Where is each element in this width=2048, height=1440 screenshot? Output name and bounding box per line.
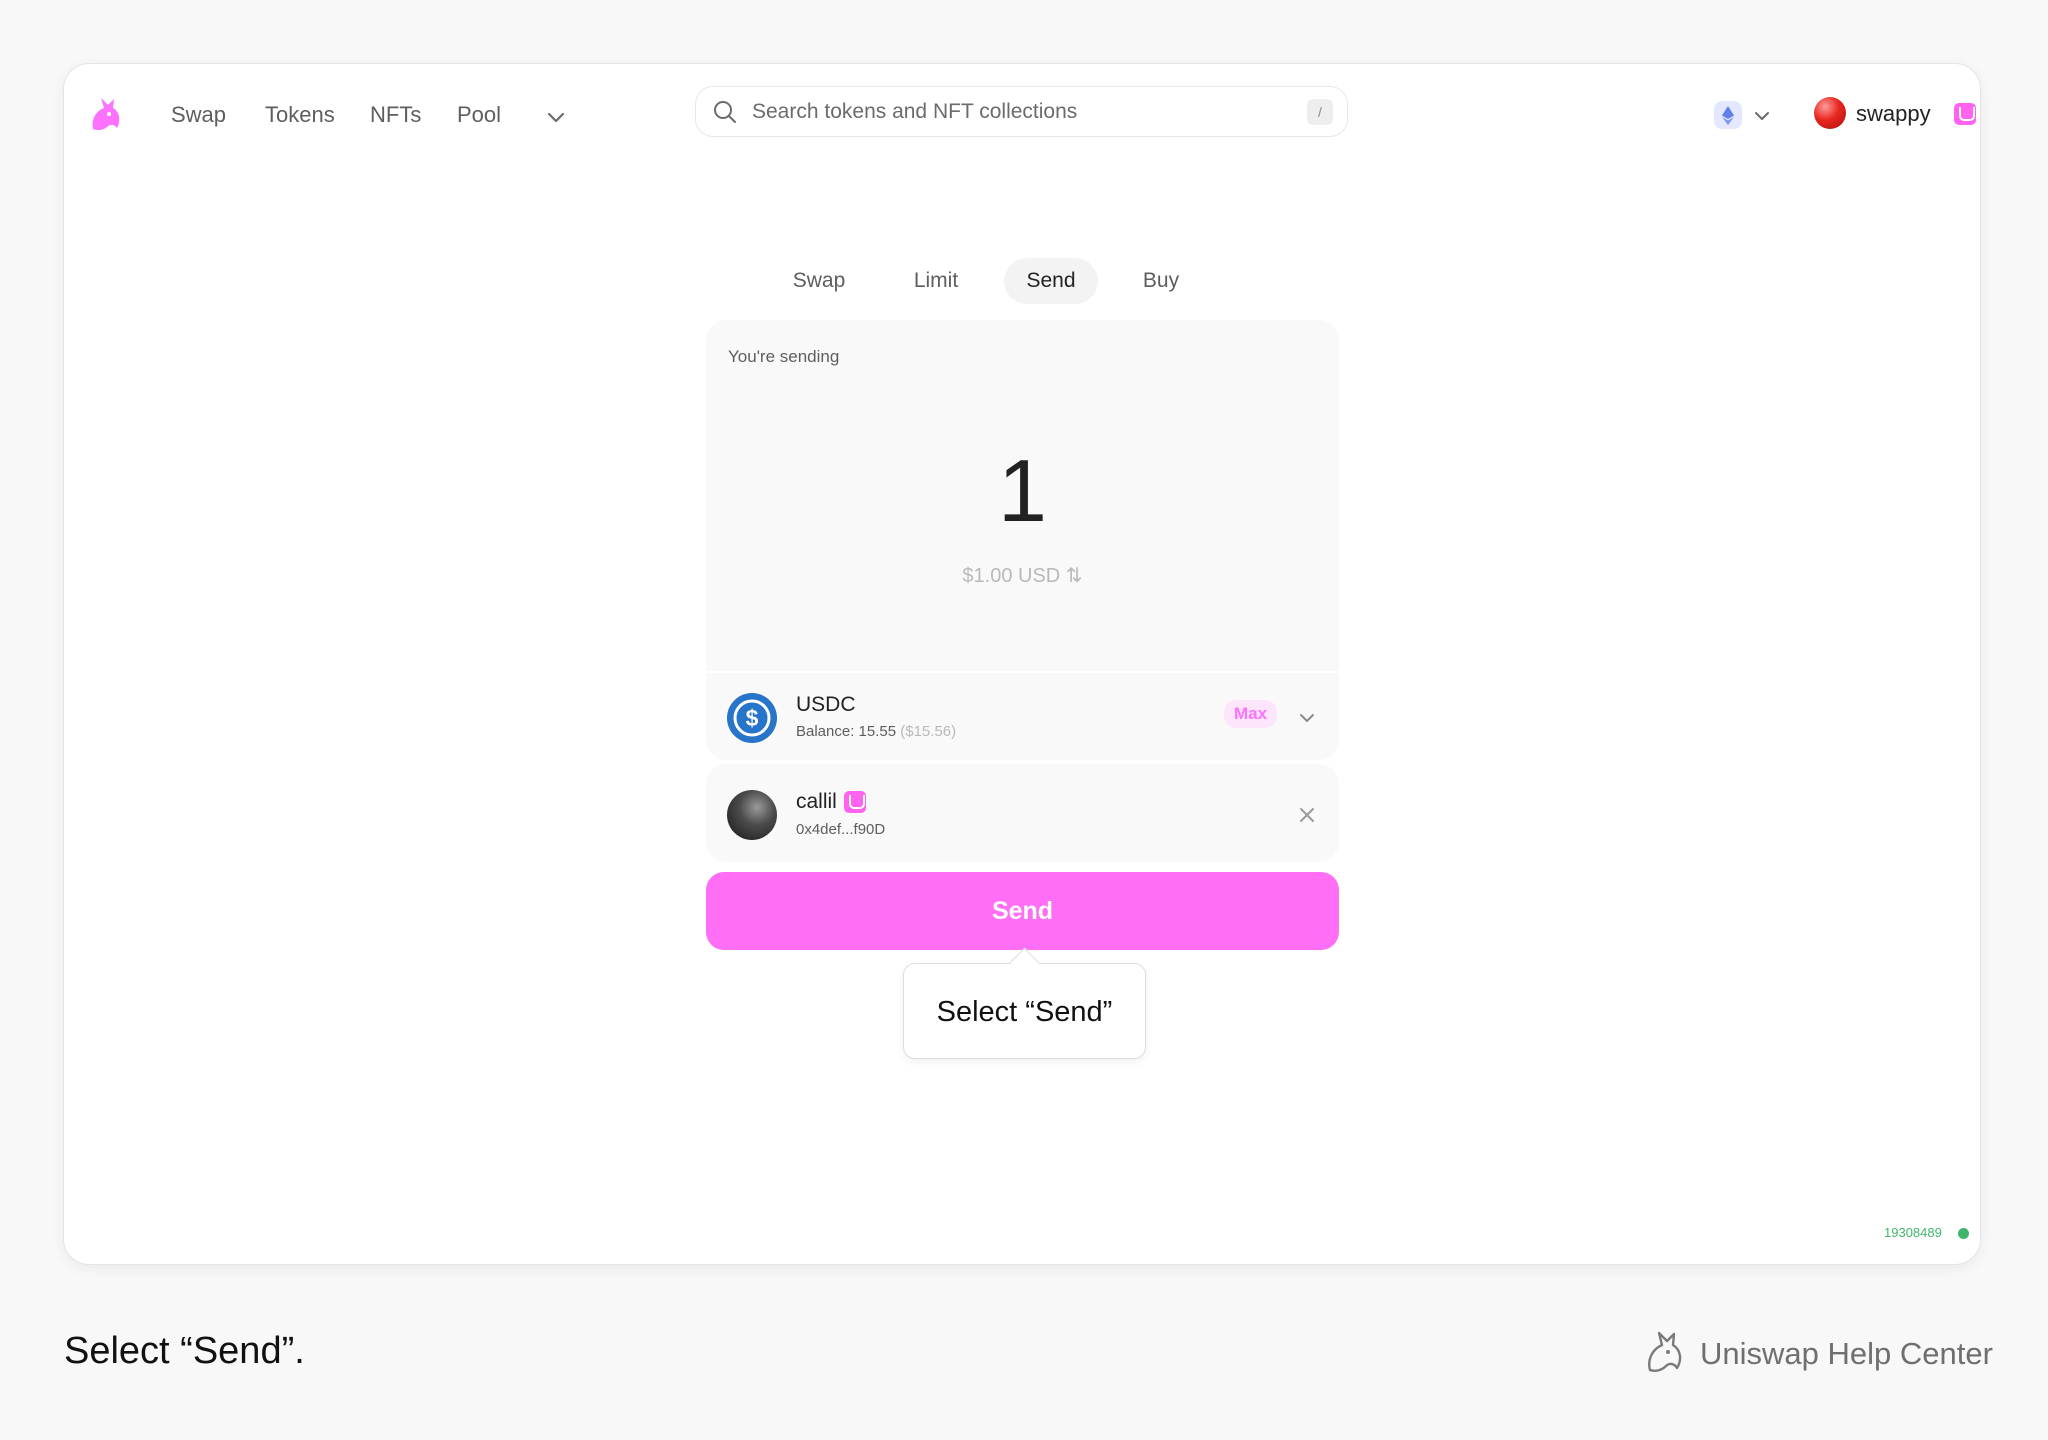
recipient-name: callil: [796, 790, 837, 813]
avatar: [1814, 97, 1846, 129]
usd-value-toggle[interactable]: $1.00 USD ⇅: [706, 563, 1339, 588]
chevron-down-icon[interactable]: [543, 104, 569, 130]
instruction-tooltip: Select “Send”: [903, 963, 1146, 1059]
chevron-down-icon: [1755, 112, 1769, 120]
recipient-address: 0x4def...f90D: [796, 821, 886, 838]
token-symbol: USDC: [796, 693, 856, 716]
unitag-badge-icon: [1954, 103, 1976, 125]
search-shortcut-key: /: [1307, 99, 1333, 125]
nav-tokens[interactable]: Tokens: [265, 102, 335, 128]
app-window: Swap Tokens NFTs Pool / swappy Swap Lim: [63, 63, 1981, 1265]
amount-panel: You're sending 1 $1.00 USD ⇅: [706, 320, 1339, 671]
ethereum-icon: [1714, 101, 1742, 129]
help-center-title: Uniswap Help Center: [1700, 1336, 1993, 1371]
tab-buy[interactable]: Buy: [1111, 258, 1211, 304]
chevron-down-icon: [1300, 714, 1314, 722]
tab-swap[interactable]: Swap: [769, 258, 869, 304]
token-balance: Balance: 15.55 ($15.56): [796, 723, 956, 740]
block-number[interactable]: 19308489: [1884, 1225, 1942, 1240]
tab-limit[interactable]: Limit: [886, 258, 986, 304]
sending-label: You're sending: [728, 347, 840, 366]
recipient-avatar: [727, 790, 777, 840]
send-button[interactable]: Send: [706, 872, 1339, 950]
uniswap-unicorn-icon: [1648, 1331, 1682, 1372]
uniswap-logo-icon[interactable]: [84, 93, 126, 135]
token-balance-usd: ($15.56): [900, 723, 957, 740]
search-icon: [714, 101, 736, 123]
max-button[interactable]: Max: [1224, 700, 1278, 728]
nav-pool[interactable]: Pool: [457, 102, 501, 128]
token-balance-amount: Balance: 15.55: [796, 723, 897, 740]
tab-send[interactable]: Send: [1004, 258, 1098, 304]
help-center-branding: Uniswap Help Center: [1640, 1328, 1993, 1378]
amount-value[interactable]: 1: [706, 440, 1339, 542]
account-name: swappy: [1856, 101, 1931, 126]
nav-nfts[interactable]: NFTs: [370, 102, 421, 128]
account-button[interactable]: swappy: [1814, 97, 1976, 131]
step-caption: Select “Send”.: [64, 1330, 305, 1372]
close-icon[interactable]: [1296, 804, 1318, 826]
unitag-badge-icon: [844, 791, 866, 813]
network-selector[interactable]: [1714, 99, 1776, 131]
search-input[interactable]: [752, 95, 1272, 129]
search-bar[interactable]: /: [695, 86, 1348, 137]
svg-text:$: $: [746, 705, 759, 731]
recipient-panel[interactable]: callil 0x4def...f90D: [706, 764, 1339, 862]
usdc-icon: $: [727, 693, 777, 743]
token-selector[interactable]: $ USDC Balance: 15.55 ($15.56) Max: [706, 673, 1339, 760]
nav-swap[interactable]: Swap: [171, 102, 226, 128]
status-dot: [1958, 1228, 1969, 1239]
